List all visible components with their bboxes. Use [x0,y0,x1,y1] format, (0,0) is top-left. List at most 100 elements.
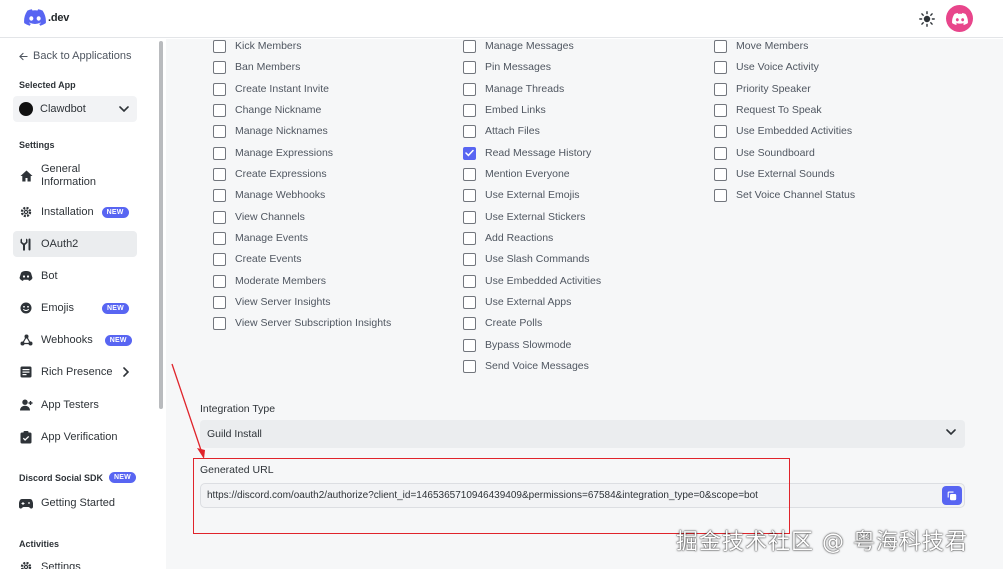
permission-checkbox[interactable] [213,103,226,117]
permission-row[interactable]: Change Nickname [213,103,321,117]
permission-row[interactable]: Use Soundboard [714,146,815,160]
permission-checkbox[interactable] [213,60,226,74]
sidebar-item-general-information[interactable]: General Information [13,161,137,191]
permission-checkbox[interactable] [463,359,476,373]
permission-checkbox[interactable] [213,124,226,138]
permission-row[interactable]: Kick Members [213,39,302,53]
permission-checkbox[interactable] [714,82,727,96]
sidebar-item-webhooks[interactable]: Webhooks NEW [13,327,137,353]
watermark-text: 掘金技术社区 @ 粤海科技君 [676,530,968,555]
integration-type-select[interactable]: Guild Install [200,420,965,448]
permission-checkbox[interactable] [213,82,226,96]
permission-checkbox[interactable] [213,295,226,309]
user-avatar[interactable] [946,5,973,32]
permission-row[interactable]: Moderate Members [213,274,326,288]
app-selector[interactable]: Clawdbot [13,96,137,122]
permission-checkbox[interactable] [463,167,476,181]
permission-row[interactable]: Create Polls [463,316,542,330]
sidebar-item-oauth2[interactable]: OAuth2 [13,231,137,257]
sidebar-item-app-verification[interactable]: App Verification [13,424,137,450]
permission-checkbox[interactable] [714,124,727,138]
permission-row[interactable]: Use External Apps [463,295,571,309]
sidebar-item-activities-settings[interactable]: Settings [13,554,137,569]
permission-checkbox[interactable] [714,167,727,181]
sidebar-item-emojis[interactable]: Emojis NEW [13,295,137,321]
permission-checkbox[interactable] [213,274,226,288]
permission-row[interactable]: Manage Expressions [213,146,333,160]
permission-checkbox[interactable] [714,39,727,53]
permission-checkbox[interactable] [463,82,476,96]
permission-row[interactable]: Send Voice Messages [463,359,589,373]
permission-row[interactable]: Manage Webhooks [213,188,325,202]
permission-row[interactable]: Priority Speaker [714,82,811,96]
permission-row[interactable]: Create Events [213,252,302,266]
permission-checkbox[interactable] [714,146,727,160]
top-bar: .dev [0,0,1003,38]
permission-row[interactable]: View Channels [213,210,305,224]
permission-row[interactable]: Pin Messages [463,60,551,74]
permission-checkbox[interactable] [714,60,727,74]
permission-checkbox[interactable] [463,103,476,117]
discord-dev-logo[interactable]: .dev [24,9,69,26]
permission-checkbox[interactable] [463,210,476,224]
permission-row[interactable]: Use External Emojis [463,188,580,202]
permission-row[interactable]: Use Voice Activity [714,60,819,74]
permission-checkbox[interactable] [213,316,226,330]
permission-checkbox[interactable] [213,188,226,202]
permission-row[interactable]: Ban Members [213,60,300,74]
permission-row[interactable]: Use Embedded Activities [714,124,852,138]
sidebar-item-getting-started[interactable]: Getting Started [13,490,137,516]
permission-row[interactable]: Read Message History [463,146,591,160]
permission-row[interactable]: Manage Events [213,231,308,245]
permission-row[interactable]: Use External Sounds [714,167,835,181]
permission-row[interactable]: Create Instant Invite [213,82,329,96]
permission-row[interactable]: Mention Everyone [463,167,570,181]
permission-row[interactable]: Manage Nicknames [213,124,328,138]
permission-row[interactable]: Set Voice Channel Status [714,188,855,202]
permission-row[interactable]: Use Slash Commands [463,252,589,266]
permission-checkbox[interactable] [213,210,226,224]
permission-checkbox[interactable] [463,338,476,352]
permission-checkbox-checked[interactable] [463,146,476,160]
permission-row[interactable]: Use Embedded Activities [463,274,601,288]
permission-row[interactable]: Bypass Slowmode [463,338,571,352]
permission-checkbox[interactable] [213,146,226,160]
permission-row[interactable]: Move Members [714,39,808,53]
permission-checkbox[interactable] [463,274,476,288]
permission-row[interactable]: Use External Stickers [463,210,585,224]
permission-row[interactable]: Manage Threads [463,82,564,96]
permission-row[interactable]: Embed Links [463,103,546,117]
sidebar-item-installation[interactable]: Installation NEW [13,199,137,225]
permission-checkbox[interactable] [213,252,226,266]
permission-checkbox[interactable] [213,167,226,181]
permission-checkbox[interactable] [463,60,476,74]
permission-label: Mention Everyone [485,168,570,180]
sidebar-item-bot[interactable]: Bot [13,263,137,289]
sidebar-item-app-testers[interactable]: App Testers [13,392,137,418]
permission-checkbox[interactable] [714,103,727,117]
permission-row[interactable]: View Server Subscription Insights [213,316,391,330]
discord-avatar-icon [951,12,968,25]
permission-checkbox[interactable] [714,188,727,202]
permission-checkbox[interactable] [463,39,476,53]
back-to-applications-link[interactable]: Back to Applications [19,50,131,62]
permission-checkbox[interactable] [463,124,476,138]
theme-toggle-icon[interactable] [919,11,935,27]
permission-row[interactable]: View Server Insights [213,295,331,309]
permission-checkbox[interactable] [213,231,226,245]
permission-checkbox[interactable] [463,231,476,245]
sidebar-item-rich-presence[interactable]: Rich Presence [13,359,137,385]
permission-row[interactable]: Attach Files [463,124,540,138]
permission-checkbox[interactable] [463,188,476,202]
permission-checkbox[interactable] [463,295,476,309]
permission-label: Use Soundboard [736,147,815,159]
permission-checkbox[interactable] [213,39,226,53]
permission-row[interactable]: Add Reactions [463,231,553,245]
permission-checkbox[interactable] [463,316,476,330]
permission-row[interactable]: Manage Messages [463,39,574,53]
copy-url-button[interactable] [942,486,962,505]
permission-row[interactable]: Create Expressions [213,167,327,181]
permission-row[interactable]: Request To Speak [714,103,822,117]
sidebar-scrollbar[interactable] [159,41,163,409]
permission-checkbox[interactable] [463,252,476,266]
